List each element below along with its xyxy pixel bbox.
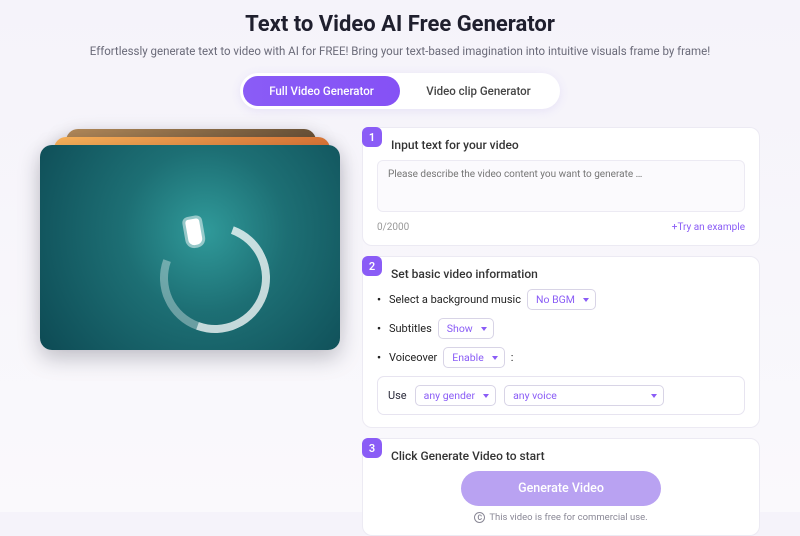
step-1-badge: 1 xyxy=(362,127,382,147)
voiceover-colon: : xyxy=(511,351,514,364)
step-1: 1 Input text for your video 0/2000 +Try … xyxy=(362,127,760,246)
step-3: 3 Click Generate Video to start Generate… xyxy=(362,438,760,536)
voiceover-row: Voiceover Enable : xyxy=(377,347,745,368)
steps-panel: 1 Input text for your video 0/2000 +Try … xyxy=(362,127,760,536)
subtitles-label: Subtitles xyxy=(389,322,432,335)
subtitles-row: Subtitles Show xyxy=(377,318,745,339)
subtitles-select[interactable]: Show xyxy=(438,318,494,339)
bgm-row: Select a background music No BGM xyxy=(377,289,745,310)
use-label: Use xyxy=(388,389,407,402)
step-2-badge: 2 xyxy=(362,256,382,276)
step-3-title: Click Generate Video to start xyxy=(377,449,545,463)
preview-wake-graphic xyxy=(142,205,288,350)
bgm-select[interactable]: No BGM xyxy=(527,289,596,310)
step-2: 2 Set basic video information Select a b… xyxy=(362,256,760,428)
mode-tabs: Full Video Generator Video clip Generato… xyxy=(240,73,560,109)
tab-full-video[interactable]: Full Video Generator xyxy=(243,76,400,106)
copyright-icon: C xyxy=(474,512,485,523)
tab-video-clip[interactable]: Video clip Generator xyxy=(400,76,557,106)
voiceover-label: Voiceover xyxy=(389,351,437,364)
step-2-title: Set basic video information xyxy=(377,267,538,281)
gender-select[interactable]: any gender xyxy=(415,385,496,406)
step-1-title: Input text for your video xyxy=(377,138,519,152)
preview-card-1 xyxy=(40,145,340,350)
voiceover-select[interactable]: Enable xyxy=(443,347,505,368)
preview-carousel[interactable] xyxy=(40,145,340,370)
bgm-label: Select a background music xyxy=(389,293,521,306)
try-example-link[interactable]: +Try an example xyxy=(672,222,745,233)
voice-options-box: Use any gender any voice xyxy=(377,376,745,415)
prompt-input[interactable] xyxy=(377,160,745,212)
char-counter: 0/2000 xyxy=(377,222,409,233)
commercial-text: This video is free for commercial use. xyxy=(489,512,647,523)
voice-select[interactable]: any voice xyxy=(504,385,664,406)
page-title: Text to Video AI Free Generator xyxy=(40,12,760,37)
commercial-use-note: C This video is free for commercial use. xyxy=(377,512,745,523)
generate-video-button[interactable]: Generate Video xyxy=(461,471,661,506)
page-subtitle: Effortlessly generate text to video with… xyxy=(80,43,720,59)
step-3-badge: 3 xyxy=(362,438,382,458)
